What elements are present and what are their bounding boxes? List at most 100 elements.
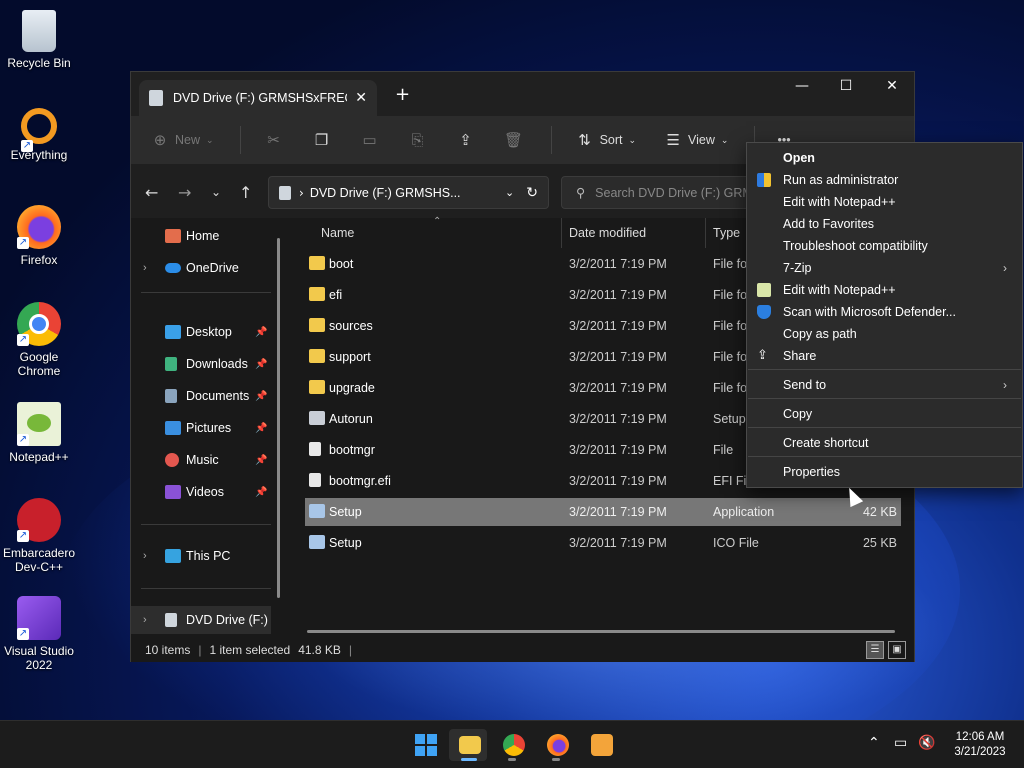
nav-item-dvd-drive[interactable]: › DVD Drive (F:) G <box>131 606 271 634</box>
nav-scrollbar[interactable] <box>277 238 280 598</box>
view-button[interactable]: ☰ View ⌄ <box>662 131 728 149</box>
nav-item-videos[interactable]: Videos 📌 <box>131 478 271 506</box>
menu-item-run-as-admin[interactable]: Run as administrator <box>783 173 898 187</box>
file-date: 3/2/2011 7:19 PM <box>569 350 667 364</box>
table-row-selected[interactable]: Setup 3/2/2011 7:19 PM Application 42 KB <box>305 498 901 526</box>
taskbar-firefox[interactable] <box>537 729 575 761</box>
devcpp-icon: ↗ <box>17 498 61 542</box>
status-separator: | <box>348 643 353 657</box>
view-button-label: View <box>688 133 715 147</box>
sort-button[interactable]: ⇅ Sort ⌄ <box>574 131 636 149</box>
recent-locations-chevron-icon[interactable]: ⌄ <box>211 185 221 199</box>
tab-close-button[interactable]: ✕ <box>355 90 367 106</box>
menu-item-send-to[interactable]: Send to <box>783 378 826 392</box>
file-type: Application <box>713 505 775 519</box>
scissors-icon: ✂ <box>267 132 280 149</box>
status-selected-size: 41.8 KB <box>298 643 341 657</box>
chevron-right-icon[interactable]: › <box>143 550 147 562</box>
cut-button[interactable]: ✂ <box>263 131 285 149</box>
forward-arrow-icon[interactable]: → <box>178 183 191 202</box>
menu-item-edit-notepadpp[interactable]: Edit with Notepad++ <box>783 195 896 209</box>
volume-muted-icon[interactable]: 🔇 <box>918 735 935 751</box>
menu-item-edit-notepadpp-2[interactable]: Edit with Notepad++ <box>783 283 896 297</box>
menu-item-troubleshoot[interactable]: Troubleshoot compatibility <box>783 239 928 253</box>
computer-icon <box>165 549 181 563</box>
taskbar-chrome[interactable] <box>493 729 531 761</box>
column-header-date[interactable]: Date modified <box>569 226 646 240</box>
file-size: 25 KB <box>862 536 897 550</box>
file-date: 3/2/2011 7:19 PM <box>569 257 667 271</box>
up-arrow-icon[interactable]: ↑ <box>239 183 252 202</box>
column-header-name[interactable]: Name <box>321 226 354 240</box>
start-button[interactable] <box>405 729 443 761</box>
menu-item-7zip[interactable]: 7-Zip <box>783 261 811 275</box>
rename-button[interactable]: ⎘ <box>407 132 429 149</box>
nav-item-this-pc[interactable]: › This PC <box>131 542 271 570</box>
chevron-right-icon[interactable]: › <box>143 614 147 626</box>
desktop-icon-devcpp[interactable]: ↗ Embarcadero Dev-C++ <box>0 498 78 574</box>
desktop-icon-chrome[interactable]: ↗ Google Chrome <box>0 302 78 378</box>
desktop-icon-firefox[interactable]: ↗ Firefox <box>0 205 78 267</box>
explorer-tab[interactable]: DVD Drive (F:) GRMSHSxFREO ✕ <box>139 80 377 116</box>
nav-item-home[interactable]: Home <box>131 222 271 250</box>
tiles-view-icon[interactable]: ▣ <box>888 641 906 659</box>
paste-button[interactable]: ▭ <box>359 131 381 149</box>
taskbar-media-app[interactable] <box>581 729 619 761</box>
details-view-icon[interactable]: ☰ <box>866 641 884 659</box>
nav-item-music[interactable]: Music 📌 <box>131 446 271 474</box>
everything-search-icon: ↗ <box>21 108 57 152</box>
refresh-icon[interactable]: ↻ <box>526 185 538 201</box>
nav-item-onedrive[interactable]: › OneDrive <box>131 254 271 282</box>
taskbar-file-explorer[interactable] <box>449 729 487 761</box>
chrome-icon <box>503 734 525 756</box>
maximize-button[interactable]: ☐ <box>823 72 869 102</box>
address-dropdown-icon[interactable]: ⌄ <box>505 186 514 199</box>
menu-item-open[interactable]: Open <box>783 151 815 165</box>
menu-item-copy-as-path[interactable]: Copy as path <box>783 327 857 341</box>
delete-button[interactable]: 🗑 <box>503 131 525 149</box>
file-date: 3/2/2011 7:19 PM <box>569 443 667 457</box>
folder-icon <box>309 287 325 301</box>
file-date: 3/2/2011 7:19 PM <box>569 319 667 333</box>
close-button[interactable]: ✕ <box>869 72 915 102</box>
menu-item-share[interactable]: Share <box>783 349 816 363</box>
sort-button-label: Sort <box>599 133 623 147</box>
show-hidden-icons-chevron-icon[interactable]: ⌃ <box>868 735 880 751</box>
taskbar-clock[interactable]: 12:06 AM 3/21/2023 <box>946 730 1014 760</box>
table-row[interactable]: Setup 3/2/2011 7:19 PM ICO File 25 KB <box>305 529 901 557</box>
horizontal-scrollbar[interactable] <box>307 630 895 633</box>
share-button[interactable]: ⇪ <box>455 131 477 149</box>
address-bar[interactable]: › DVD Drive (F:) GRMSHS... ⌄ ↻ <box>268 176 549 209</box>
nav-item-desktop[interactable]: Desktop 📌 <box>131 318 271 346</box>
menu-item-copy[interactable]: Copy <box>783 407 812 421</box>
nav-item-pictures[interactable]: Pictures 📌 <box>131 414 271 442</box>
menu-item-add-favorites[interactable]: Add to Favorites <box>783 217 874 231</box>
network-icon[interactable]: ▭ <box>894 735 907 751</box>
nav-item-downloads[interactable]: Downloads 📌 <box>131 350 271 378</box>
notepadpp-icon: ↗ <box>17 402 61 446</box>
minimize-button[interactable]: — <box>779 72 825 102</box>
new-tab-button[interactable]: + <box>395 84 410 105</box>
back-arrow-icon[interactable]: ← <box>145 183 158 202</box>
file-type: File folder <box>713 350 749 364</box>
desktop-icon-visual-studio[interactable]: ↗ Visual Studio 2022 <box>0 596 78 672</box>
new-button[interactable]: ⊕ New ⌄ <box>149 131 214 149</box>
status-selected-count: 1 item selected <box>209 643 291 657</box>
desktop-icon-notepadpp[interactable]: ↗ Notepad++ <box>0 402 78 464</box>
desktop-icon-recycle-bin[interactable]: Recycle Bin <box>0 10 78 70</box>
menu-item-properties[interactable]: Properties <box>783 465 840 479</box>
taskbar: ⌃ ▭ 🔇 12:06 AM 3/21/2023 <box>0 720 1024 768</box>
desktop-icon-everything[interactable]: ↗ Everything <box>0 108 78 162</box>
column-header-type[interactable]: Type <box>713 226 740 240</box>
menu-item-scan-defender[interactable]: Scan with Microsoft Defender... <box>783 305 956 319</box>
copy-button[interactable]: ❐ <box>311 131 333 149</box>
nav-item-documents[interactable]: Documents 📌 <box>131 382 271 410</box>
running-app-indicator <box>508 758 516 761</box>
column-separator[interactable] <box>561 218 562 248</box>
clock-time: 12:06 AM <box>955 731 1005 743</box>
desktop-icon-label: Recycle Bin <box>7 56 71 70</box>
menu-item-create-shortcut[interactable]: Create shortcut <box>783 436 868 450</box>
chevron-right-icon[interactable]: › <box>143 262 147 274</box>
videos-icon <box>165 485 181 499</box>
column-separator[interactable] <box>705 218 706 248</box>
